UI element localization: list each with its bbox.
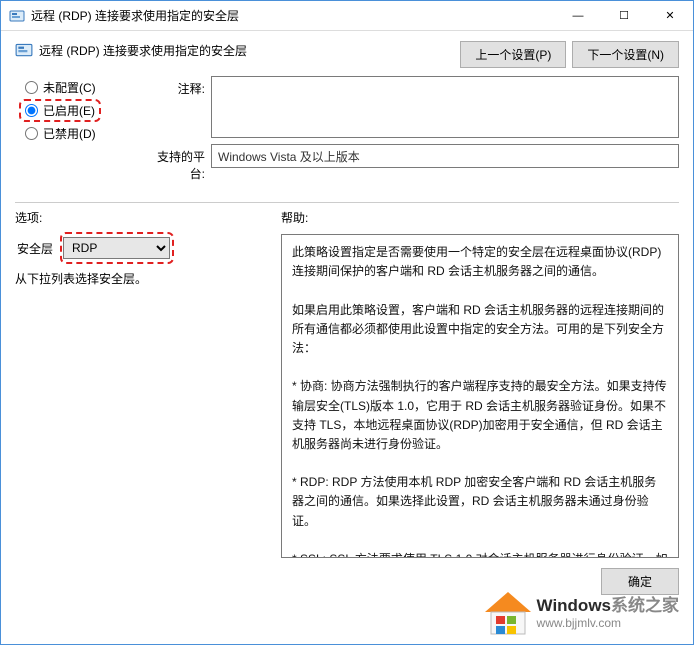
header: 远程 (RDP) 连接要求使用指定的安全层 (15, 41, 247, 59)
maximize-button[interactable]: ☐ (601, 1, 647, 31)
radio-enabled[interactable]: 已启用(E) (15, 99, 133, 122)
security-layer-select[interactable]: RDP (63, 237, 170, 259)
radio-not-configured-input[interactable] (25, 81, 38, 94)
next-setting-button[interactable]: 下一个设置(N) (572, 41, 679, 68)
help-text: 此策略设置指定是否需要使用一个特定的安全层在远程桌面协议(RDP)连接期间保护的… (281, 234, 679, 558)
settings-icon (9, 8, 25, 24)
watermark-logo: Windows系统之家 www.bjjmlv.com (481, 588, 679, 638)
options-hint: 从下拉列表选择安全层。 (15, 270, 273, 287)
watermark-url: www.bjjmlv.com (537, 616, 679, 630)
previous-setting-button[interactable]: 上一个设置(P) (460, 41, 566, 68)
radio-not-configured[interactable]: 未配置(C) (15, 76, 133, 99)
radio-not-configured-label: 未配置(C) (43, 79, 96, 96)
platform-label: 支持的平台: (143, 144, 211, 182)
comment-textarea[interactable] (211, 76, 679, 138)
divider (15, 202, 679, 203)
radio-disabled-label: 已禁用(D) (43, 125, 96, 142)
window-title: 远程 (RDP) 连接要求使用指定的安全层 (31, 7, 555, 24)
watermark-brand: Windows系统之家 (537, 596, 679, 616)
minimize-button[interactable]: — (555, 1, 601, 31)
page-title: 远程 (RDP) 连接要求使用指定的安全层 (39, 42, 247, 59)
help-section-label: 帮助: (281, 209, 679, 226)
supported-platform-value: Windows Vista 及以上版本 (211, 144, 679, 168)
ok-button[interactable]: 确定 (601, 568, 679, 595)
watermark-brand-en: Windows (537, 596, 611, 615)
radio-disabled[interactable]: 已禁用(D) (15, 122, 133, 145)
security-layer-label: 安全层 (15, 240, 63, 257)
comment-label: 注释: (143, 76, 211, 97)
options-section-label: 选项: (15, 209, 281, 226)
house-icon (481, 588, 535, 638)
watermark-brand-cn: 系统之家 (611, 596, 679, 615)
radio-disabled-input[interactable] (25, 127, 38, 140)
titlebar: 远程 (RDP) 连接要求使用指定的安全层 — ☐ ✕ (1, 1, 693, 31)
close-button[interactable]: ✕ (647, 1, 693, 31)
settings-icon (15, 41, 33, 59)
configuration-radio-group: 未配置(C) 已启用(E) 已禁用(D) (15, 76, 133, 145)
radio-enabled-label: 已启用(E) (43, 102, 95, 119)
radio-enabled-input[interactable] (25, 104, 38, 117)
